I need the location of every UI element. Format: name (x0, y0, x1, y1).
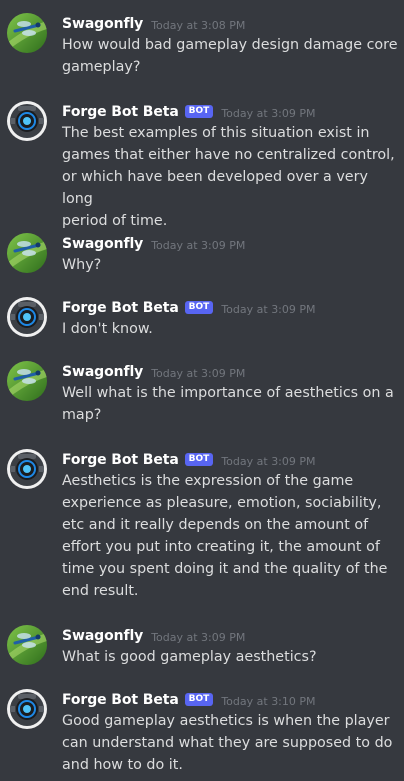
bot-badge: BOT (184, 452, 214, 466)
message-line: gameplay? (62, 59, 141, 75)
timestamp[interactable]: Today at 3:10 PM (221, 695, 315, 708)
message-line: games that either have no centralized co… (62, 147, 395, 163)
message-content: The best examples of this situation exis… (62, 122, 398, 232)
message-line: The best examples of this situation exis… (62, 125, 370, 141)
message-line: map? (62, 407, 102, 423)
message-line: I don't know. (62, 321, 153, 337)
username[interactable]: Swagonfly (62, 16, 143, 32)
username[interactable]: Swagonfly (62, 236, 143, 252)
message-content: How would bad gameplay design damage cor… (62, 34, 398, 78)
message-content: Well what is the importance of aesthetic… (62, 382, 398, 426)
timestamp[interactable]: Today at 3:09 PM (151, 239, 245, 252)
robot-avatar-icon[interactable] (7, 689, 47, 729)
robot-avatar-icon[interactable] (7, 101, 47, 141)
message-content: What is good gameplay aesthetics? (62, 646, 398, 668)
message-header: Forge Bot Beta BOT Today at 3:09 PM (62, 297, 316, 319)
timestamp[interactable]: Today at 3:09 PM (221, 455, 315, 468)
message-line: can understand what they are supposed to… (62, 735, 393, 751)
message-header: Swagonfly Today at 3:08 PM (62, 13, 245, 35)
bot-badge: BOT (184, 692, 214, 706)
robot-avatar-icon[interactable] (7, 297, 47, 337)
dragonfly-leaf-avatar-icon[interactable] (7, 13, 47, 53)
message-line: Aesthetics is the expression of the game (62, 473, 354, 489)
username[interactable]: Swagonfly (62, 628, 143, 644)
message-header: Forge Bot Beta BOT Today at 3:09 PM (62, 101, 316, 123)
message-content: Why? (62, 254, 398, 276)
bot-badge: BOT (184, 104, 214, 118)
username[interactable]: Forge Bot Beta (62, 452, 179, 468)
message-header: Swagonfly Today at 3:09 PM (62, 233, 245, 255)
timestamp[interactable]: Today at 3:08 PM (151, 19, 245, 32)
timestamp[interactable]: Today at 3:09 PM (221, 303, 315, 316)
message-content: Aesthetics is the expression of the game… (62, 470, 398, 602)
message-line: experience as pleasure, emotion, sociabi… (62, 495, 382, 511)
message-header: Swagonfly Today at 3:09 PM (62, 361, 245, 383)
message-header: Forge Bot Beta BOT Today at 3:09 PM (62, 449, 316, 471)
message-header: Swagonfly Today at 3:09 PM (62, 625, 245, 647)
username[interactable]: Forge Bot Beta (62, 692, 179, 708)
dragonfly-leaf-avatar-icon[interactable] (7, 625, 47, 665)
message-line: Why? (62, 257, 102, 273)
message-line: etc and it really depends on the amount … (62, 517, 369, 533)
dragonfly-leaf-avatar-icon[interactable] (7, 361, 47, 401)
message-line: and how to do it. (62, 757, 183, 773)
message-line: end result. (62, 583, 139, 599)
message-content: I don't know. (62, 318, 398, 340)
timestamp[interactable]: Today at 3:09 PM (151, 631, 245, 644)
username[interactable]: Forge Bot Beta (62, 300, 179, 316)
bot-badge: BOT (184, 300, 214, 314)
message-line: Well what is the importance of aesthetic… (62, 385, 394, 401)
timestamp[interactable]: Today at 3:09 PM (151, 367, 245, 380)
message-line: What is good gameplay aesthetics? (62, 649, 317, 665)
robot-avatar-icon[interactable] (7, 449, 47, 489)
message-header: Forge Bot Beta BOT Today at 3:10 PM (62, 689, 316, 711)
dragonfly-leaf-avatar-icon[interactable] (7, 233, 47, 273)
username[interactable]: Swagonfly (62, 364, 143, 380)
username[interactable]: Forge Bot Beta (62, 104, 179, 120)
message-line: effort you put into creating it, the amo… (62, 539, 380, 555)
message-line: time you spent doing it and the quality … (62, 561, 388, 577)
message-line: or which have been developed over a very… (62, 169, 368, 207)
message-line: period of time. (62, 213, 168, 229)
message-line: How would bad gameplay design damage cor… (62, 37, 398, 53)
message-content: Good gameplay aesthetics is when the pla… (62, 710, 398, 776)
message-line: Good gameplay aesthetics is when the pla… (62, 713, 390, 729)
timestamp[interactable]: Today at 3:09 PM (221, 107, 315, 120)
